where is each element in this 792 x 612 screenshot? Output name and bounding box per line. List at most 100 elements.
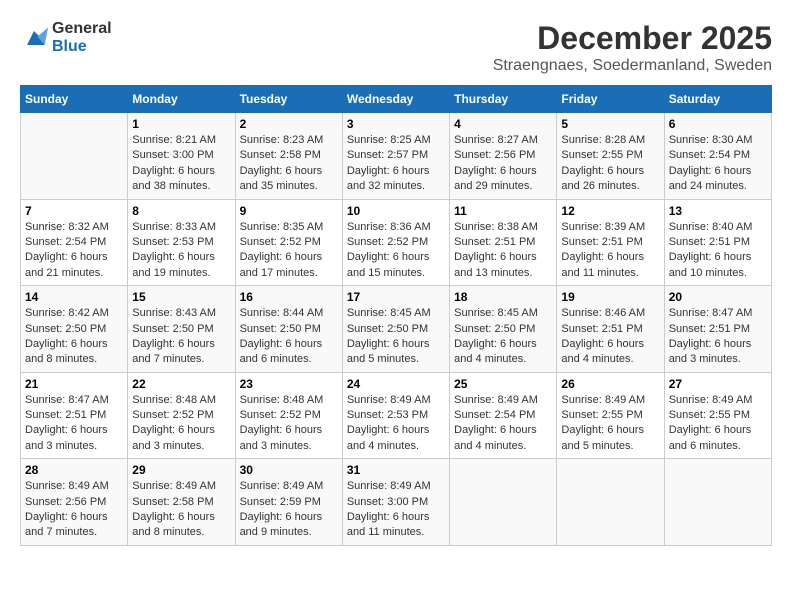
day-number: 16	[240, 290, 338, 304]
day-cell	[21, 113, 128, 200]
week-row-4: 28 Sunrise: 8:49 AM Sunset: 2:56 PM Dayli…	[21, 459, 772, 546]
day-number: 21	[25, 377, 123, 391]
day-number: 9	[240, 204, 338, 218]
day-number: 7	[25, 204, 123, 218]
day-info: Sunrise: 8:33 AM Sunset: 2:53 PM Dayligh…	[132, 220, 230, 282]
day-number: 18	[454, 290, 552, 304]
day-number: 25	[454, 377, 552, 391]
day-info: Sunrise: 8:39 AM Sunset: 2:51 PM Dayligh…	[561, 220, 659, 282]
day-number: 6	[669, 117, 767, 131]
logo-icon	[20, 24, 48, 52]
day-cell: 9 Sunrise: 8:35 AM Sunset: 2:52 PM Daylig…	[235, 199, 342, 286]
day-info: Sunrise: 8:43 AM Sunset: 2:50 PM Dayligh…	[132, 306, 230, 368]
day-info: Sunrise: 8:40 AM Sunset: 2:51 PM Dayligh…	[669, 220, 767, 282]
day-cell: 31 Sunrise: 8:49 AM Sunset: 3:00 PM Dayli…	[342, 459, 449, 546]
day-info: Sunrise: 8:27 AM Sunset: 2:56 PM Dayligh…	[454, 133, 552, 195]
day-info: Sunrise: 8:35 AM Sunset: 2:52 PM Dayligh…	[240, 220, 338, 282]
day-cell: 14 Sunrise: 8:42 AM Sunset: 2:50 PM Dayli…	[21, 286, 128, 373]
day-info: Sunrise: 8:45 AM Sunset: 2:50 PM Dayligh…	[347, 306, 445, 368]
logo-text: General Blue	[52, 20, 112, 56]
day-info: Sunrise: 8:48 AM Sunset: 2:52 PM Dayligh…	[132, 393, 230, 455]
week-row-0: 1Sunrise: 8:21 AM Sunset: 3:00 PM Daylig…	[21, 113, 772, 200]
day-number: 30	[240, 463, 338, 477]
day-cell: 2 Sunrise: 8:23 AM Sunset: 2:58 PM Daylig…	[235, 113, 342, 200]
week-row-1: 7Sunrise: 8:32 AM Sunset: 2:54 PM Daylig…	[21, 199, 772, 286]
col-header-saturday: Saturday	[664, 86, 771, 113]
col-header-friday: Friday	[557, 86, 664, 113]
day-info: Sunrise: 8:42 AM Sunset: 2:50 PM Dayligh…	[25, 306, 123, 368]
day-info: Sunrise: 8:49 AM Sunset: 2:59 PM Dayligh…	[240, 479, 338, 541]
day-info: Sunrise: 8:49 AM Sunset: 2:54 PM Dayligh…	[454, 393, 552, 455]
day-number: 28	[25, 463, 123, 477]
day-number: 31	[347, 463, 445, 477]
day-cell: 15 Sunrise: 8:43 AM Sunset: 2:50 PM Dayli…	[128, 286, 235, 373]
day-number: 10	[347, 204, 445, 218]
day-info: Sunrise: 8:46 AM Sunset: 2:51 PM Dayligh…	[561, 306, 659, 368]
col-header-monday: Monday	[128, 86, 235, 113]
day-number: 1	[132, 117, 230, 131]
day-cell: 5 Sunrise: 8:28 AM Sunset: 2:55 PM Daylig…	[557, 113, 664, 200]
day-number: 23	[240, 377, 338, 391]
day-number: 11	[454, 204, 552, 218]
day-cell: 26Sunrise: 8:49 AM Sunset: 2:55 PM Dayli…	[557, 372, 664, 459]
day-info: Sunrise: 8:36 AM Sunset: 2:52 PM Dayligh…	[347, 220, 445, 282]
day-cell: 16Sunrise: 8:44 AM Sunset: 2:50 PM Dayli…	[235, 286, 342, 373]
day-info: Sunrise: 8:48 AM Sunset: 2:52 PM Dayligh…	[240, 393, 338, 455]
day-cell: 4 Sunrise: 8:27 AM Sunset: 2:56 PM Daylig…	[450, 113, 557, 200]
day-number: 22	[132, 377, 230, 391]
day-info: Sunrise: 8:30 AM Sunset: 2:54 PM Dayligh…	[669, 133, 767, 195]
day-info: Sunrise: 8:45 AM Sunset: 2:50 PM Dayligh…	[454, 306, 552, 368]
day-cell: 1Sunrise: 8:21 AM Sunset: 3:00 PM Daylig…	[128, 113, 235, 200]
day-number: 13	[669, 204, 767, 218]
day-info: Sunrise: 8:23 AM Sunset: 2:58 PM Dayligh…	[240, 133, 338, 195]
day-number: 24	[347, 377, 445, 391]
col-header-wednesday: Wednesday	[342, 86, 449, 113]
day-cell: 24Sunrise: 8:49 AM Sunset: 2:53 PM Dayli…	[342, 372, 449, 459]
day-number: 4	[454, 117, 552, 131]
day-number: 19	[561, 290, 659, 304]
day-cell: 6 Sunrise: 8:30 AM Sunset: 2:54 PM Daylig…	[664, 113, 771, 200]
day-info: Sunrise: 8:28 AM Sunset: 2:55 PM Dayligh…	[561, 133, 659, 195]
day-number: 15	[132, 290, 230, 304]
day-info: Sunrise: 8:47 AM Sunset: 2:51 PM Dayligh…	[25, 393, 123, 455]
calendar-table: SundayMondayTuesdayWednesdayThursdayFrid…	[20, 85, 772, 546]
day-cell: 22 Sunrise: 8:48 AM Sunset: 2:52 PM Dayli…	[128, 372, 235, 459]
day-cell: 3Sunrise: 8:25 AM Sunset: 2:57 PM Daylig…	[342, 113, 449, 200]
day-cell: 25 Sunrise: 8:49 AM Sunset: 2:54 PM Dayli…	[450, 372, 557, 459]
day-number: 5	[561, 117, 659, 131]
col-header-sunday: Sunday	[21, 86, 128, 113]
day-number: 26	[561, 377, 659, 391]
day-info: Sunrise: 8:49 AM Sunset: 3:00 PM Dayligh…	[347, 479, 445, 541]
day-info: Sunrise: 8:38 AM Sunset: 2:51 PM Dayligh…	[454, 220, 552, 282]
day-cell: 7Sunrise: 8:32 AM Sunset: 2:54 PM Daylig…	[21, 199, 128, 286]
day-number: 14	[25, 290, 123, 304]
day-cell: 10 Sunrise: 8:36 AM Sunset: 2:52 PM Dayli…	[342, 199, 449, 286]
day-number: 17	[347, 290, 445, 304]
day-number: 12	[561, 204, 659, 218]
day-cell	[450, 459, 557, 546]
day-info: Sunrise: 8:49 AM Sunset: 2:55 PM Dayligh…	[669, 393, 767, 455]
title-block: December 2025 Straengnaes, Soedermanland…	[493, 20, 772, 75]
day-cell: 12 Sunrise: 8:39 AM Sunset: 2:51 PM Dayli…	[557, 199, 664, 286]
day-info: Sunrise: 8:47 AM Sunset: 2:51 PM Dayligh…	[669, 306, 767, 368]
day-cell	[664, 459, 771, 546]
day-cell: 29Sunrise: 8:49 AM Sunset: 2:58 PM Dayli…	[128, 459, 235, 546]
day-cell: 11 Sunrise: 8:38 AM Sunset: 2:51 PM Dayli…	[450, 199, 557, 286]
logo: General Blue	[20, 20, 112, 56]
day-number: 29	[132, 463, 230, 477]
day-cell: 27Sunrise: 8:49 AM Sunset: 2:55 PM Dayli…	[664, 372, 771, 459]
day-info: Sunrise: 8:49 AM Sunset: 2:56 PM Dayligh…	[25, 479, 123, 541]
day-cell: 19 Sunrise: 8:46 AM Sunset: 2:51 PM Dayli…	[557, 286, 664, 373]
day-cell: 17 Sunrise: 8:45 AM Sunset: 2:50 PM Dayli…	[342, 286, 449, 373]
day-cell: 18 Sunrise: 8:45 AM Sunset: 2:50 PM Dayli…	[450, 286, 557, 373]
day-cell: 20 Sunrise: 8:47 AM Sunset: 2:51 PM Dayli…	[664, 286, 771, 373]
day-number: 2	[240, 117, 338, 131]
day-cell: 30 Sunrise: 8:49 AM Sunset: 2:59 PM Dayli…	[235, 459, 342, 546]
day-number: 20	[669, 290, 767, 304]
week-row-2: 14 Sunrise: 8:42 AM Sunset: 2:50 PM Dayli…	[21, 286, 772, 373]
col-header-tuesday: Tuesday	[235, 86, 342, 113]
day-cell: 8Sunrise: 8:33 AM Sunset: 2:53 PM Daylig…	[128, 199, 235, 286]
month-title: December 2025	[493, 20, 772, 57]
day-cell: 21 Sunrise: 8:47 AM Sunset: 2:51 PM Dayli…	[21, 372, 128, 459]
header: General Blue December 2025 Straengnaes, …	[20, 20, 772, 75]
